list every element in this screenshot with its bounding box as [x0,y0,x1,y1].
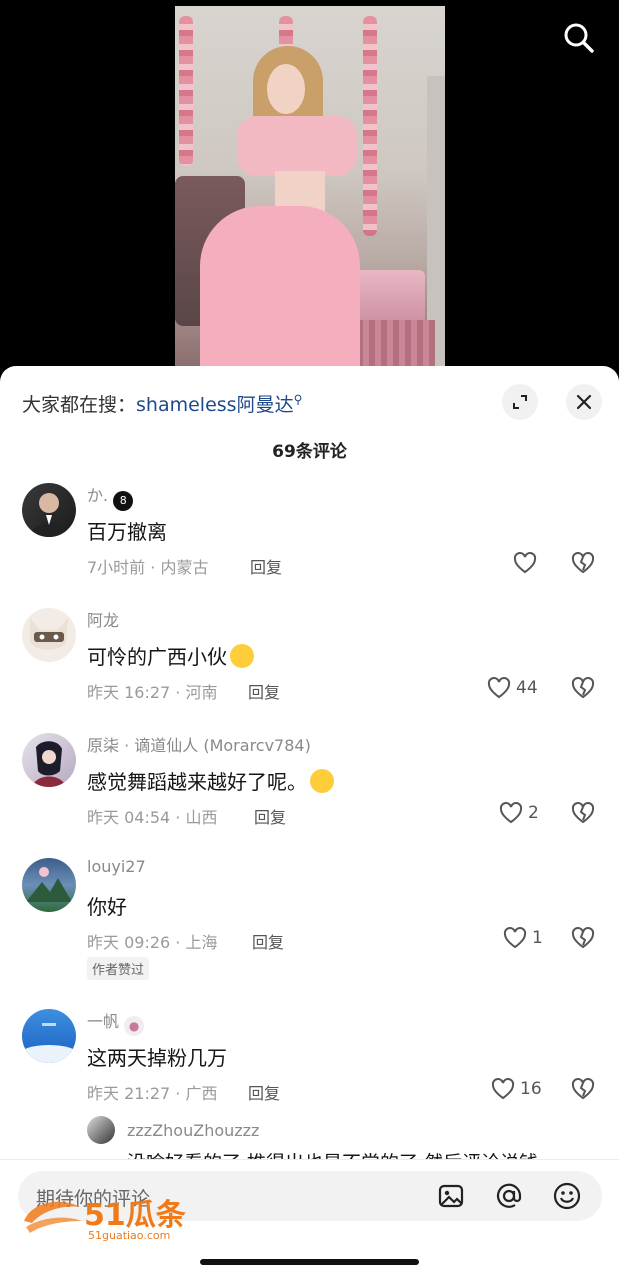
comment-sheet: 大家都在搜：shameless阿曼达⚲ 69条评论 か. 8 百万撤离 7小时前… [0,366,619,1280]
like-button[interactable] [512,551,542,575]
comment-text: 百万撤离 [87,520,167,544]
expand-button[interactable] [502,384,538,420]
person-pants [200,206,360,370]
comment-author[interactable]: louyi27 [87,857,146,876]
comment-meta: 昨天 09:26 · 上海 [87,933,218,952]
comment-meta: 昨天 21:27 · 广西 [87,1084,218,1103]
avatar-small[interactable] [87,1116,115,1144]
comment-meta: 7小时前 · 内蒙古 [87,558,209,577]
comment-text: 感觉舞蹈越来越好了呢。 [87,766,334,795]
like-count: 44 [516,678,538,698]
like-button[interactable]: 44 [486,676,538,700]
comment-author[interactable]: 阿龙 [87,607,119,631]
person-face [267,64,305,114]
heart-icon [487,676,511,699]
reply-button[interactable]: 回复 [248,1080,280,1104]
decoration-garland-right [363,16,377,236]
divider [0,1159,619,1160]
emoji-icon[interactable] [552,1181,582,1211]
dislike-button[interactable] [570,801,596,825]
sub-reply-text: 没啥好看的了 推得出也是不尝的了 然后评论说钱 [127,1148,538,1159]
reply-button[interactable]: 回复 [252,929,284,953]
heart-icon [499,801,523,824]
avatar[interactable] [22,1009,76,1063]
video-frame[interactable] [175,6,445,370]
dislike-button[interactable] [570,926,596,950]
comment-count: 69条评论 [272,442,347,462]
broken-heart-icon [571,551,595,574]
search-icon[interactable] [559,18,599,58]
close-button[interactable] [566,384,602,420]
broken-heart-icon [571,926,595,949]
tongue-emoji [310,769,334,793]
mention-icon[interactable] [494,1181,524,1211]
avatar[interactable] [22,733,76,787]
person-top [237,116,357,176]
reply-button[interactable]: 回复 [254,804,286,828]
comment-author[interactable]: か. 8 [87,482,134,511]
expand-icon [513,395,527,409]
dislike-button[interactable] [570,1077,596,1101]
like-count: 1 [532,928,543,948]
search-small-icon: ⚲ [293,392,303,407]
dislike-button[interactable] [570,676,596,700]
avatar[interactable] [22,608,76,662]
hot-search-prefix: 大家都在搜： [22,394,137,416]
comment-author[interactable]: 一帆 ● [87,1008,145,1036]
comment-text: 你好 [87,895,127,919]
decoration-garland-left [179,16,193,166]
reply-button[interactable]: 回复 [250,554,282,578]
heart-icon [491,1077,515,1100]
like-button[interactable]: 2 [498,801,539,825]
comment-meta: 昨天 16:27 · 河南 [87,683,218,702]
close-icon [576,394,592,410]
dislike-button[interactable] [570,551,596,575]
video-area[interactable] [0,0,619,370]
broken-heart-icon [571,1077,595,1100]
home-indicator[interactable] [200,1259,419,1265]
avatar[interactable] [22,483,76,537]
like-count: 2 [528,803,539,823]
bunny-emoji: ● [124,1016,145,1036]
comment-author[interactable]: 原柒 · 谪道仙人 (Morarcv784) [87,732,311,756]
svg-text:51guatiao.com: 51guatiao.com [88,1229,170,1241]
eight-ball-emoji: 8 [113,491,134,511]
comment-text: 这两天掉粉几万 [87,1046,227,1070]
heart-icon [503,926,527,949]
like-count: 16 [520,1079,542,1099]
image-icon[interactable] [436,1181,466,1211]
crying-laughing-emoji [230,644,254,668]
broken-heart-icon [571,801,595,824]
comment-input-bar[interactable]: 期待你的评论 [18,1171,602,1221]
hot-search-keyword[interactable]: shameless阿曼达 [136,394,294,416]
sub-reply-item: zzzZhouZhouzzz 没啥好看的了 推得出也是不尝的了 然后评论说钱 [0,1114,619,1159]
comment-meta: 昨天 04:54 · 山西 [87,808,218,827]
like-button[interactable]: 1 [502,926,543,950]
hot-search-banner[interactable]: 大家都在搜：shameless阿曼达⚲ [22,390,302,417]
heart-icon [513,551,537,574]
comment-text: 可怜的广西小伙 [87,641,254,670]
reply-button[interactable]: 回复 [248,679,280,703]
sub-reply-author[interactable]: zzzZhouZhouzzz [127,1121,259,1140]
avatar[interactable] [22,858,76,912]
comment-input[interactable]: 期待你的评论 [36,1184,150,1211]
broken-heart-icon [571,676,595,699]
author-liked-badge: 作者赞过 [87,957,150,980]
like-button[interactable]: 16 [490,1077,542,1101]
